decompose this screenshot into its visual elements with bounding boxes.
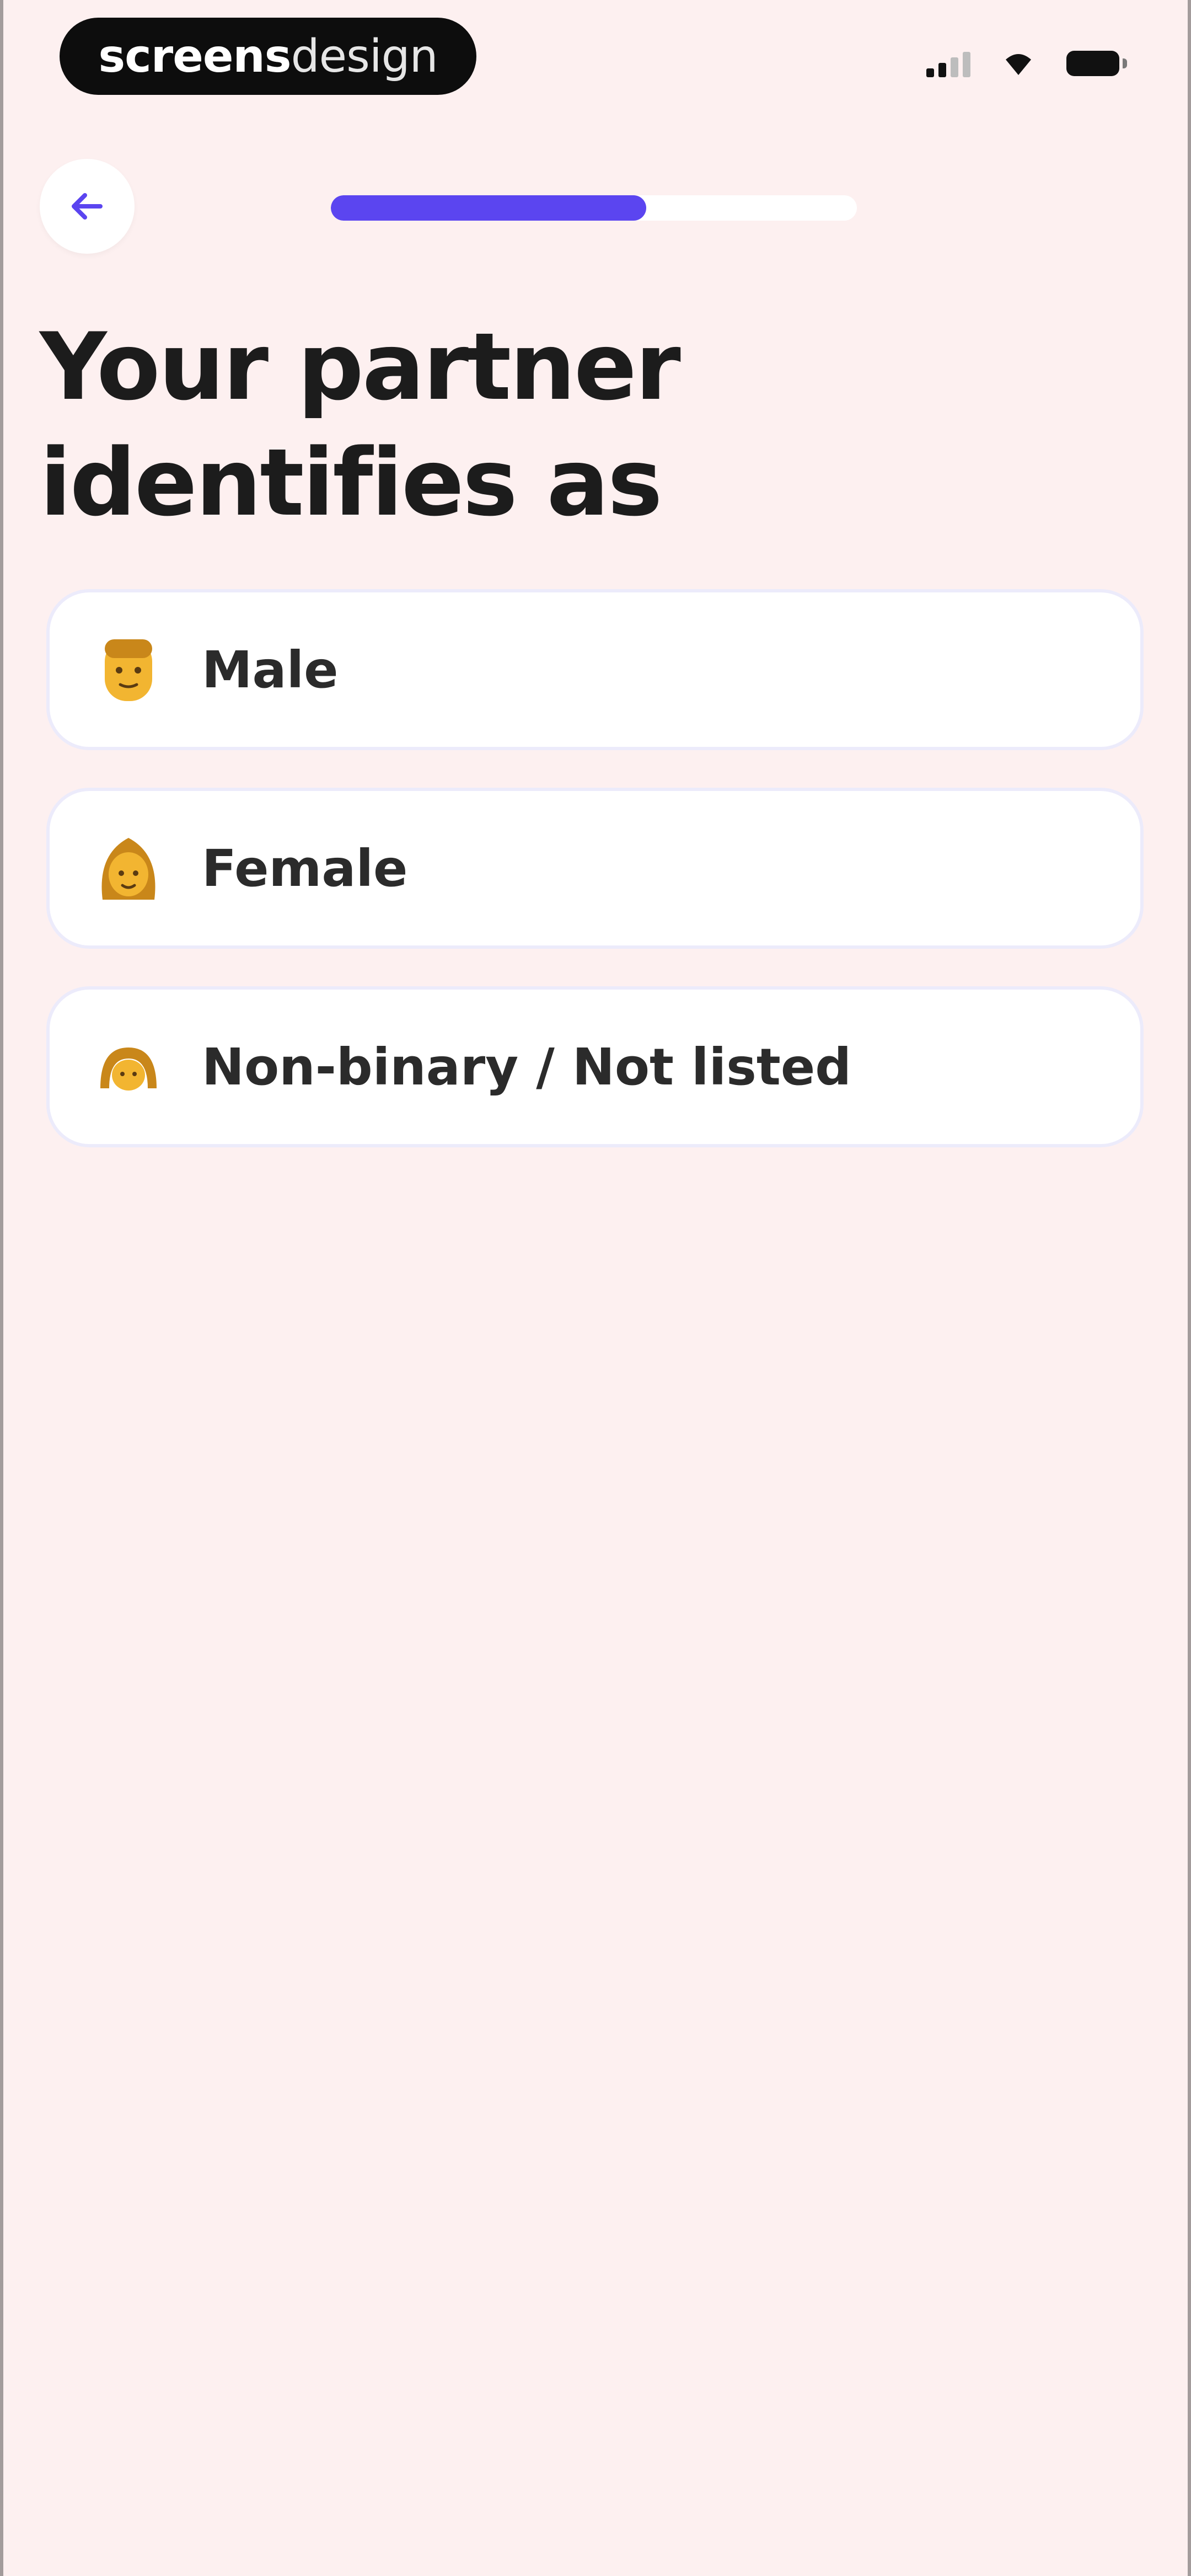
arrow-left-icon xyxy=(72,193,103,220)
option-non-binary-label: Non-binary / Not listed xyxy=(202,1037,852,1097)
status-bar: screens design xyxy=(0,0,1191,121)
battery-icon xyxy=(1066,51,1127,76)
frame-edge-right xyxy=(1188,0,1191,2576)
status-icons xyxy=(926,50,1127,77)
brand-logo-light: design xyxy=(291,30,438,83)
option-female[interactable]: Female xyxy=(46,788,1144,949)
option-male[interactable]: Male xyxy=(46,589,1144,750)
options-list: Male Female Non-binary / Not listed xyxy=(46,589,1144,1185)
progress-bar-fill xyxy=(331,195,647,221)
progress-bar xyxy=(331,195,857,221)
wifi-icon xyxy=(1006,54,1031,75)
woman-face-icon xyxy=(93,832,164,904)
person-face-icon xyxy=(93,1031,164,1103)
frame-edge-left xyxy=(0,0,3,2576)
man-face-icon xyxy=(93,634,164,706)
brand-logo-strong: screens xyxy=(98,30,291,83)
option-female-label: Female xyxy=(202,838,408,898)
brand-logo: screens design xyxy=(60,18,476,95)
option-non-binary[interactable]: Non-binary / Not listed xyxy=(46,986,1144,1147)
page-title: Your partner identifies as xyxy=(40,313,681,537)
signal-icon xyxy=(926,50,970,77)
option-male-label: Male xyxy=(202,640,339,699)
back-button[interactable] xyxy=(40,159,135,254)
